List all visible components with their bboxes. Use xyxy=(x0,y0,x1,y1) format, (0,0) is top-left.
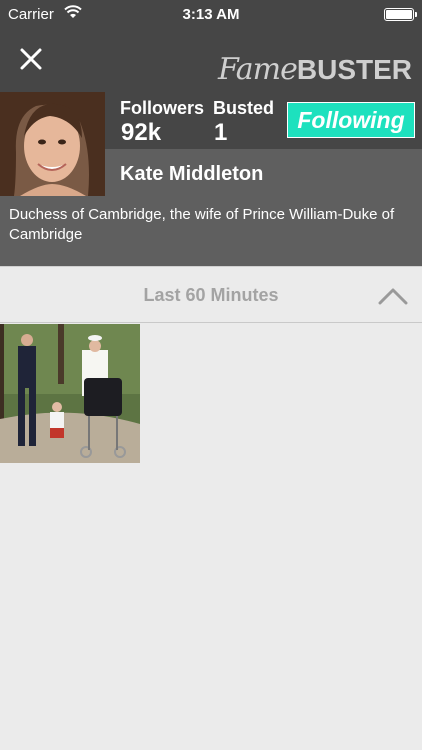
app-logo: FameBUSTER xyxy=(218,52,412,87)
chevron-up-icon[interactable] xyxy=(378,287,408,305)
following-button[interactable]: Following xyxy=(287,102,415,138)
status-bar: Carrier 3:13 AM xyxy=(0,0,422,30)
nav-bar: FameBUSTER xyxy=(0,30,422,92)
logo-buster-text: BUSTER xyxy=(296,54,412,85)
busted-label: Busted xyxy=(213,98,275,118)
status-time: 3:13 AM xyxy=(182,6,240,23)
followers-label: Followers xyxy=(120,98,205,118)
section-header[interactable]: Last 60 Minutes xyxy=(0,266,422,323)
profile-bio: Duchess of Cambridge, the wife of Prince… xyxy=(9,206,395,243)
profile-panel: Followers 92k Busted 1 Following Kate Mi… xyxy=(0,92,422,266)
battery-icon xyxy=(384,8,417,21)
close-icon[interactable] xyxy=(16,44,46,74)
followers-value: 92k xyxy=(121,119,162,146)
avatar xyxy=(0,92,105,196)
busted-value: 1 xyxy=(214,119,228,146)
logo-fame-text: Fame xyxy=(218,52,298,87)
section-title: Last 60 Minutes xyxy=(143,285,279,305)
profile-name: Kate Middleton xyxy=(120,163,264,185)
photo-thumbnail[interactable] xyxy=(0,324,140,463)
